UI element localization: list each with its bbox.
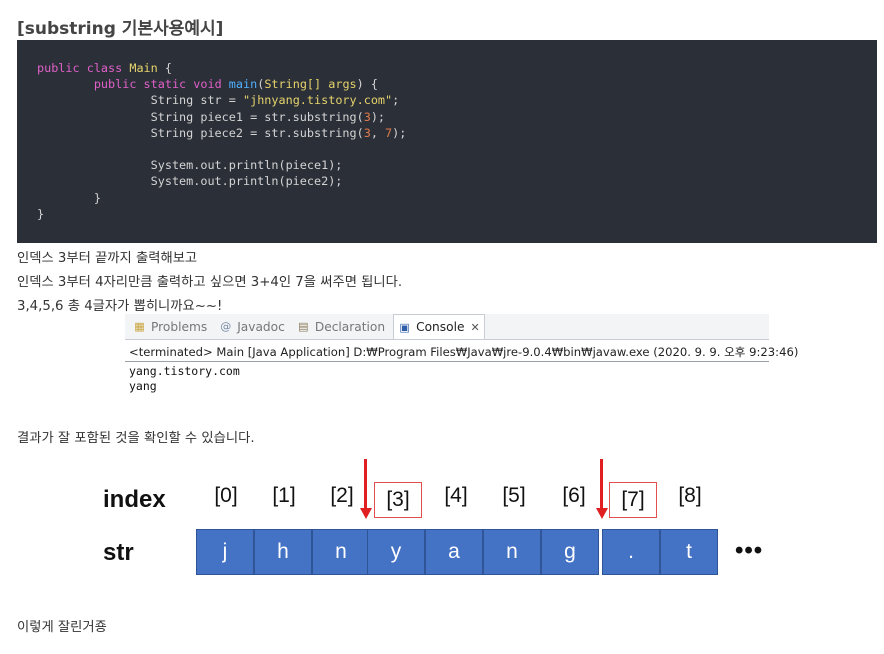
char-cell: g: [541, 529, 599, 575]
start-arrow-shaft: [364, 459, 367, 509]
ellipsis: •••: [735, 537, 764, 564]
tab-declaration[interactable]: ▤ Declaration: [293, 314, 389, 339]
code-text: ;: [392, 93, 400, 108]
paragraph: 3,4,5,6 총 4글자가 뽑히니까요~~!: [17, 299, 223, 314]
code-text: String piece1 = str.substring(: [150, 109, 364, 124]
code-text: }: [93, 190, 101, 205]
index-row-label: index: [103, 486, 166, 513]
eclipse-console-screenshot: ▦ Problems @ Javadoc ▤ Declaration ▣ Con…: [125, 314, 798, 394]
at-icon: @: [220, 320, 232, 333]
code-text: }: [37, 206, 45, 221]
index-label-highlighted: [7]: [609, 482, 657, 518]
char-cell: a: [425, 529, 483, 575]
tab-label: Console: [416, 320, 465, 334]
console-icon: ▣: [399, 320, 410, 334]
code-type: String[]: [264, 77, 322, 92]
paragraph: 결과가 잘 포함된 것을 확인할 수 있습니다.: [17, 431, 255, 446]
index-label: [6]: [562, 484, 586, 507]
code-keyword: public class: [37, 61, 123, 75]
tab-problems[interactable]: ▦ Problems: [129, 314, 211, 339]
code-text: );: [370, 109, 386, 124]
index-label: [1]: [272, 484, 296, 507]
tab-label: Declaration: [314, 319, 386, 334]
section-heading: [substring 기본사용예시]: [17, 19, 224, 39]
console-tab-bar: ▦ Problems @ Javadoc ▤ Declaration ▣ Con…: [125, 314, 769, 340]
paragraph: 이렇게 잘린거죵: [17, 620, 107, 635]
char-cell: y: [367, 529, 425, 575]
code-text: String str =: [150, 93, 243, 108]
tab-javadoc[interactable]: @ Javadoc: [215, 314, 289, 339]
code-text: System.out.println(piece1);: [150, 158, 343, 173]
code-text: ,: [370, 125, 386, 140]
terminated-status: <terminated> Main [Java Application] D:₩…: [125, 344, 798, 362]
char-cell: j: [196, 529, 254, 575]
code-number: 3: [363, 109, 371, 124]
code-arg: args: [321, 77, 357, 92]
paragraph: 인덱스 3부터 끝까지 출력해보고: [17, 251, 198, 266]
tab-label: Problems: [151, 319, 208, 334]
console-output-line: yang.tistory.com: [129, 364, 240, 378]
char-cell: n: [483, 529, 541, 575]
code-text: String piece2 = str.substring(: [150, 125, 364, 140]
end-arrow-shaft: [600, 459, 603, 509]
code-text: );: [392, 125, 407, 140]
index-label: [0]: [214, 484, 238, 507]
code-keyword: public static void: [93, 77, 222, 92]
index-label: [5]: [502, 484, 526, 507]
str-row-label: str: [103, 539, 134, 566]
code-class-name: Main: [129, 61, 158, 75]
char-cell: .: [602, 529, 660, 575]
index-label: [2]: [330, 484, 354, 507]
start-arrow-icon: [359, 508, 372, 519]
index-label: [4]: [444, 484, 468, 507]
code-number: 3: [363, 125, 371, 140]
code-text: ) {: [356, 77, 378, 92]
char-cell: h: [254, 529, 312, 575]
code-text: System.out.println(piece2);: [150, 174, 343, 189]
code-text: {: [157, 61, 172, 75]
code-string: "jhnyang.tistory.com": [242, 93, 393, 108]
declaration-icon: ▤: [298, 320, 309, 333]
code-function: main: [228, 77, 258, 92]
code-block: public class Main { public static void m…: [17, 40, 877, 243]
index-label: [8]: [678, 484, 702, 507]
console-output-line: yang: [129, 378, 157, 393]
char-cell: t: [660, 529, 718, 575]
index-label-highlighted: [3]: [374, 482, 422, 518]
char-cell: n: [312, 529, 370, 575]
paragraph: 인덱스 3부터 4자리만큼 출력하고 싶으면 3+4인 7을 써주면 됩니다.: [17, 275, 403, 290]
close-icon[interactable]: ✕: [470, 321, 479, 334]
tab-label: Javadoc: [237, 319, 285, 334]
end-arrow-icon: [595, 508, 608, 519]
tab-console[interactable]: ▣ Console ✕: [393, 314, 485, 339]
problems-icon: ▦: [134, 320, 145, 333]
